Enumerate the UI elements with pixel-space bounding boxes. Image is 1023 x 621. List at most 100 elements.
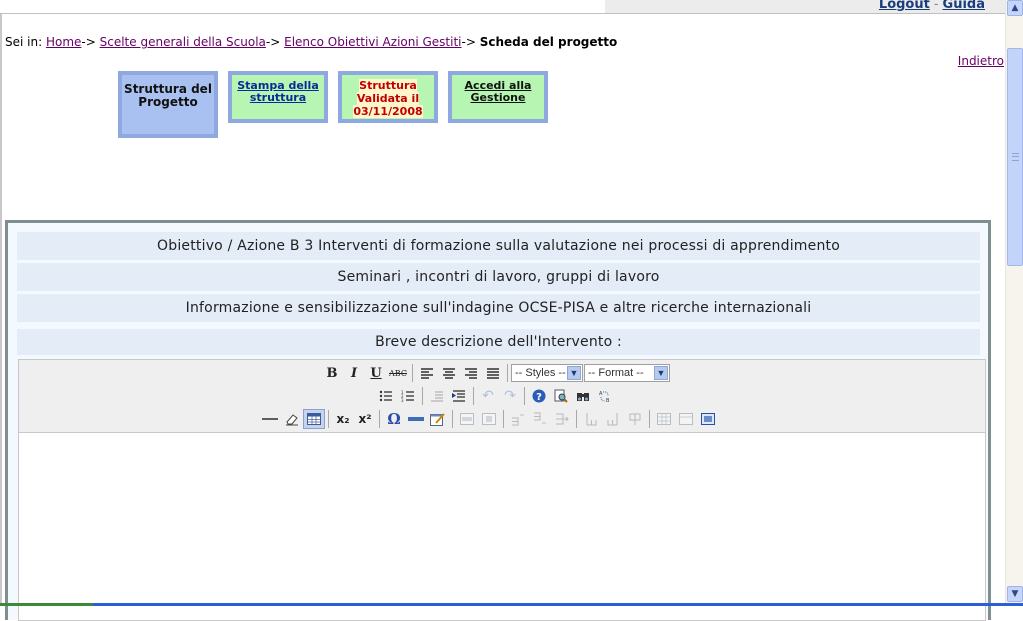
tab-access-management[interactable]: Accedi alla Gestione (448, 71, 548, 123)
help-icon: ? (532, 389, 546, 403)
breadcrumb-home[interactable]: Home (46, 35, 81, 49)
project-title-row: Informazione e sensibilizzazione sull'in… (17, 294, 980, 322)
delete-row-icon (556, 413, 569, 425)
omega-icon: Ω (387, 410, 401, 428)
chevron-down-icon: ▼ (567, 366, 581, 380)
strikethrough-button[interactable]: ABC (387, 363, 409, 383)
insert-row-before-button[interactable] (507, 409, 529, 429)
align-right-icon (465, 368, 477, 379)
align-left-icon (421, 368, 433, 379)
merge-cells-icon (679, 413, 693, 425)
chevron-down-icon: ▼ (654, 366, 668, 380)
cell-props-button[interactable] (478, 409, 500, 429)
bold-button[interactable]: B (321, 363, 343, 383)
horizontal-rule-button[interactable] (259, 409, 281, 429)
breadcrumb: Sei in: Home-> Scelte generali della Scu… (5, 35, 617, 49)
breadcrumb-arrow: -> (265, 35, 281, 49)
special-char-button[interactable]: Ω (383, 409, 405, 429)
project-detail-panel: Obiettivo / Azione B 3 Interventi di for… (5, 220, 991, 621)
preview-button[interactable] (550, 386, 572, 406)
editor-content-area[interactable] (19, 433, 985, 620)
fullscreen-button[interactable] (697, 409, 719, 429)
merge-cells-button[interactable] (675, 409, 697, 429)
align-left-button[interactable] (416, 363, 438, 383)
edit-attributes-button[interactable] (427, 409, 449, 429)
access-management-link[interactable]: Accedi alla Gestione (452, 80, 544, 104)
bullet-list-button[interactable] (375, 386, 397, 406)
redo-button[interactable]: ↷ (499, 386, 521, 406)
scroll-down-button[interactable]: ▼ (1007, 586, 1023, 602)
print-structure-link[interactable]: Stampa della struttura (232, 80, 324, 104)
numbered-list-button[interactable]: 123 (397, 386, 419, 406)
indent-icon (452, 390, 465, 402)
italic-button[interactable]: I (343, 363, 365, 383)
insert-col-before-button[interactable] (580, 409, 602, 429)
toolbar-separator (422, 387, 423, 405)
user-links: Logout - Guida (879, 0, 985, 12)
rich-text-editor: B I U ABC -- Styles -- ▼ -- Format -- ▼ … (18, 359, 986, 621)
toolbar-separator (503, 410, 504, 428)
undo-button[interactable]: ↶ (477, 386, 499, 406)
indent-button[interactable] (448, 386, 470, 406)
breadcrumb-arrow: -> (461, 35, 476, 49)
delete-row-button[interactable] (551, 409, 573, 429)
align-center-icon (443, 368, 455, 379)
align-right-button[interactable] (460, 363, 482, 383)
logout-link[interactable]: Logout (879, 0, 930, 12)
insert-line-button[interactable] (405, 409, 427, 429)
align-center-button[interactable] (438, 363, 460, 383)
toolbar-separator (507, 364, 508, 382)
undo-icon: ↶ (482, 388, 494, 404)
styles-select-value: -- Styles -- (515, 367, 566, 379)
outdent-icon (431, 391, 443, 402)
styles-select[interactable]: -- Styles -- ▼ (511, 364, 583, 382)
italic-icon: I (350, 365, 358, 381)
fullscreen-icon (701, 413, 715, 425)
help-button[interactable]: ? (528, 386, 550, 406)
toolbar-separator (412, 364, 413, 382)
help-link[interactable]: Guida (943, 0, 985, 12)
tab-label-line2: Gestione (470, 91, 526, 104)
remove-format-button[interactable] (281, 409, 303, 429)
validated-line2: Validata il (356, 92, 420, 105)
scrollbar-thumb[interactable] (1007, 48, 1023, 266)
insert-col-after-button[interactable] (602, 409, 624, 429)
toolbar-separator (328, 410, 329, 428)
delete-col-button[interactable] (624, 409, 646, 429)
validated-line1: Struttura (359, 79, 417, 92)
insert-row-after-button[interactable] (529, 409, 551, 429)
breadcrumb-current: Scheda del progetto (479, 35, 618, 49)
insert-col-before-icon (586, 413, 597, 426)
subscript-button[interactable]: x₂ (332, 409, 354, 429)
delete-col-icon (629, 413, 641, 425)
format-select-value: -- Format -- (588, 367, 644, 379)
preview-icon (554, 389, 568, 403)
align-justify-button[interactable] (482, 363, 504, 383)
back-link[interactable]: Indietro (958, 54, 1004, 68)
align-justify-icon (487, 368, 499, 379)
split-cells-button[interactable] (653, 409, 675, 429)
replace-button[interactable]: AB (594, 386, 616, 406)
breadcrumb-school-choices[interactable]: Scelte generali della Scuola (100, 35, 266, 49)
toolbar-separator (379, 410, 380, 428)
scroll-up-button[interactable]: ▲ (1007, 0, 1023, 16)
row-props-button[interactable] (456, 409, 478, 429)
tab-project-structure[interactable]: Struttura del Progetto (118, 71, 218, 138)
format-select[interactable]: -- Format -- ▼ (584, 364, 670, 382)
underline-button[interactable]: U (365, 363, 387, 383)
insert-col-after-icon (607, 413, 618, 426)
editor-toolbar: B I U ABC -- Styles -- ▼ -- Format -- ▼ … (19, 360, 985, 433)
breadcrumb-objectives-list[interactable]: Elenco Obiettivi Azioni Gestiti (284, 35, 461, 49)
subscript-icon: x₂ (336, 412, 350, 426)
superscript-button[interactable]: x² (354, 409, 376, 429)
pencil-edit-icon (430, 413, 445, 426)
find-button[interactable] (572, 386, 594, 406)
validated-date: 03/11/2008 (353, 105, 423, 118)
redo-icon: ↷ (504, 388, 516, 404)
tab-label-line2: Progetto (138, 95, 198, 109)
superscript-icon: x² (358, 412, 372, 426)
visual-aid-button[interactable] (303, 409, 325, 429)
tab-print-structure[interactable]: Stampa della struttura (228, 71, 328, 123)
vertical-scrollbar[interactable]: ▲ ▼ (1005, 0, 1023, 606)
outdent-button[interactable] (426, 386, 448, 406)
